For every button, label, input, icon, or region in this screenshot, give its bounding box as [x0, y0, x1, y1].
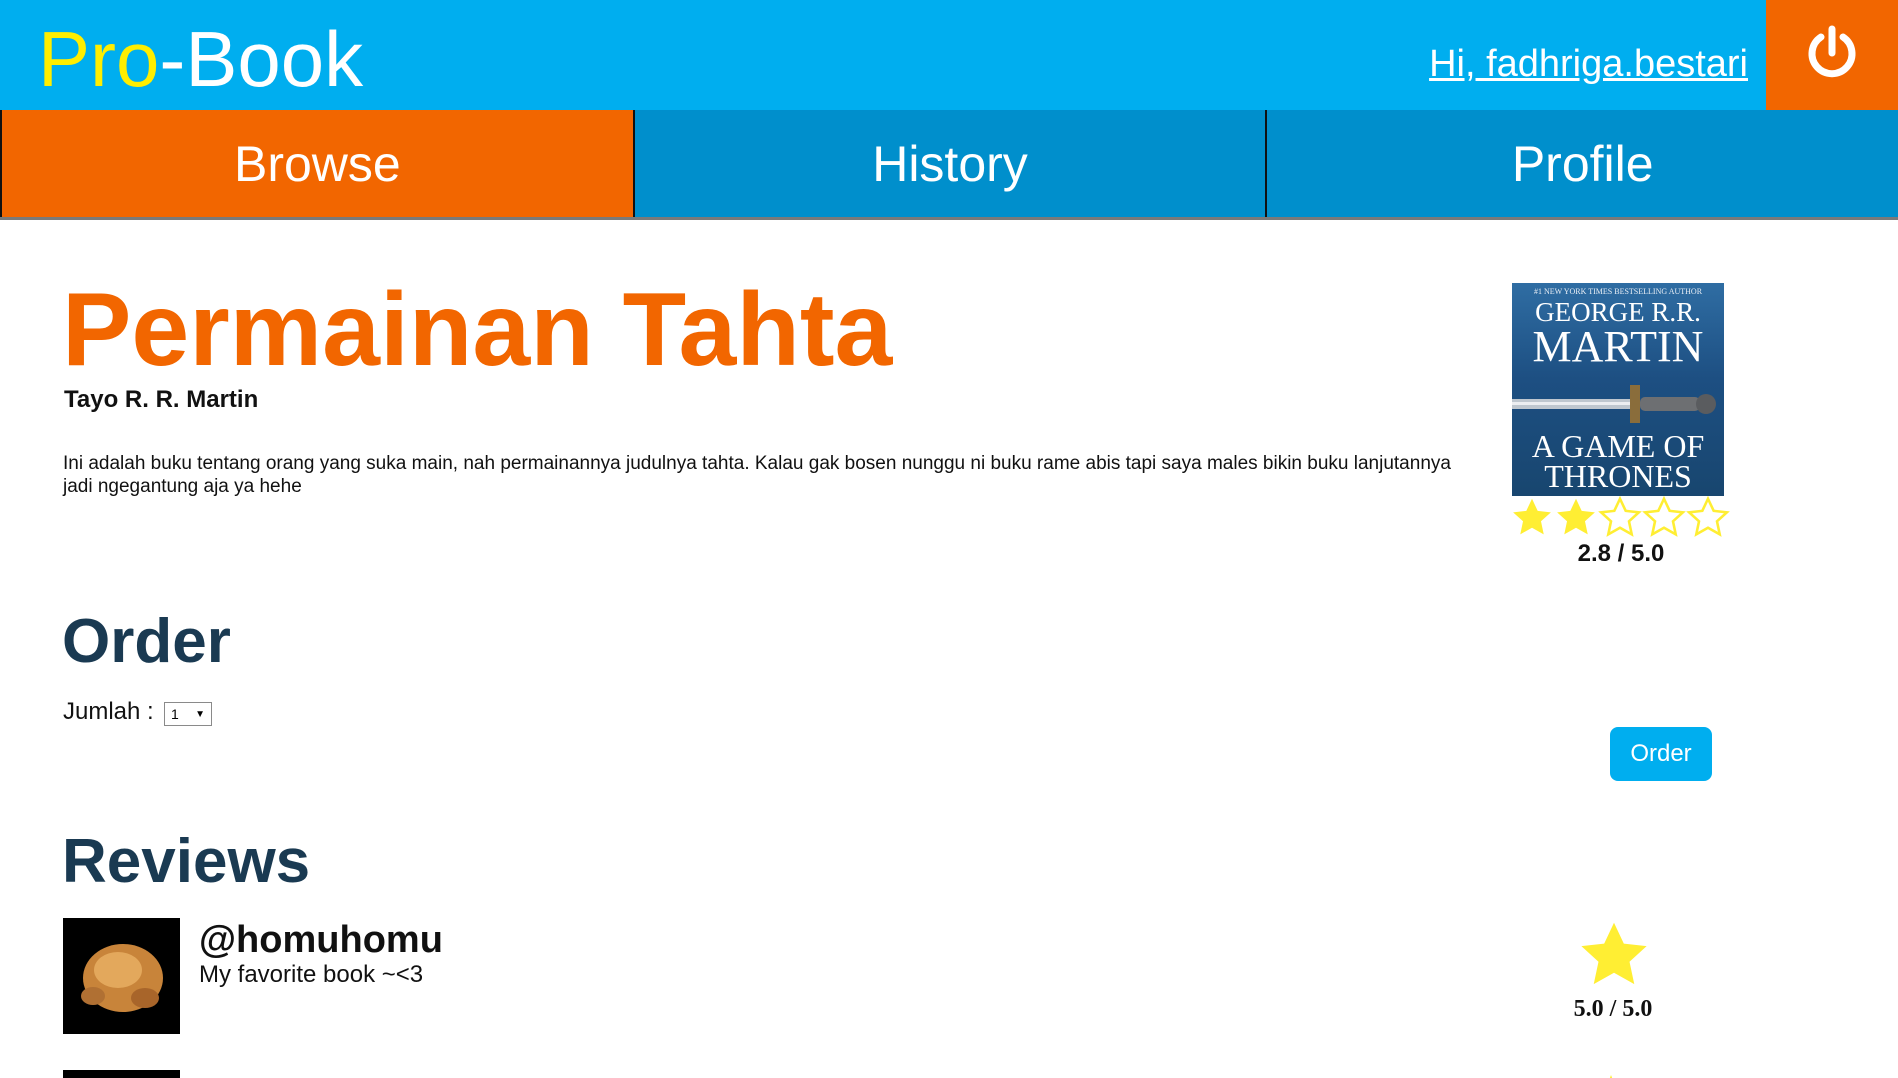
dropdown-arrow-icon: ▼: [195, 709, 205, 720]
book-author: Tayo R. R. Martin: [64, 386, 259, 413]
tab-browse[interactable]: Browse: [0, 110, 633, 217]
order-heading: Order: [62, 607, 231, 676]
cover-title: A GAME OF THRONES: [1512, 428, 1724, 494]
book-cover-image: #1 NEW YORK TIMES BESTSELLING AUTHOR GEO…: [1512, 283, 1724, 496]
star-icon: [1576, 918, 1652, 999]
user-greeting-link[interactable]: Hi, fadhriga.bestari: [1429, 38, 1748, 90]
cover-title-line2: THRONES: [1544, 458, 1692, 494]
logo-pro-text: Pro: [38, 15, 160, 103]
sword-illustration: [1512, 385, 1716, 423]
review-comment: My favorite book ~<3: [199, 961, 424, 988]
star-icon-partial: [1606, 1070, 1616, 1078]
top-header: Pro-Book Hi, fadhriga.bestari: [0, 0, 1898, 110]
review-rating-text: 5.0 / 5.0: [1573, 996, 1653, 1022]
cover-title-line1: A GAME OF: [1531, 428, 1705, 464]
star-empty-icon: [1642, 496, 1686, 540]
app-logo[interactable]: Pro-Book: [38, 14, 363, 104]
star-empty-icon: [1598, 496, 1642, 540]
order-button[interactable]: Order: [1610, 727, 1712, 781]
logo-book-text: -Book: [159, 15, 364, 103]
reviews-heading: Reviews: [62, 827, 311, 896]
star-filled-icon: [1554, 496, 1598, 540]
book-rating-text: 2.8 / 5.0: [1577, 540, 1665, 567]
power-icon: [1802, 23, 1862, 88]
tab-history[interactable]: History: [632, 110, 1266, 217]
quantity-select[interactable]: 1 ▼: [164, 702, 212, 726]
tab-profile[interactable]: Profile: [1265, 110, 1898, 217]
book-description: Ini adalah buku tentang orang yang suka …: [63, 453, 1451, 497]
star-empty-icon: [1686, 496, 1730, 540]
logout-button[interactable]: [1766, 0, 1898, 110]
review-item: @homuhomu My favorite book ~<3 5.0 / 5.0: [63, 918, 1763, 1034]
book-star-rating: [1510, 496, 1730, 540]
cover-author-line2: MARTIN: [1532, 322, 1704, 371]
avatar: [63, 918, 180, 1034]
star-filled-icon: [1510, 496, 1554, 540]
main-nav: Browse History Profile: [0, 110, 1898, 220]
quantity-label: Jumlah :: [63, 698, 154, 725]
cover-tagline: #1 NEW YORK TIMES BESTSELLING AUTHOR: [1533, 287, 1703, 296]
review-avatar-partial: [63, 1070, 180, 1078]
review-username: @homuhomu: [199, 919, 443, 961]
book-title: Permainan Tahta: [62, 272, 893, 388]
quantity-value: 1: [171, 706, 179, 722]
